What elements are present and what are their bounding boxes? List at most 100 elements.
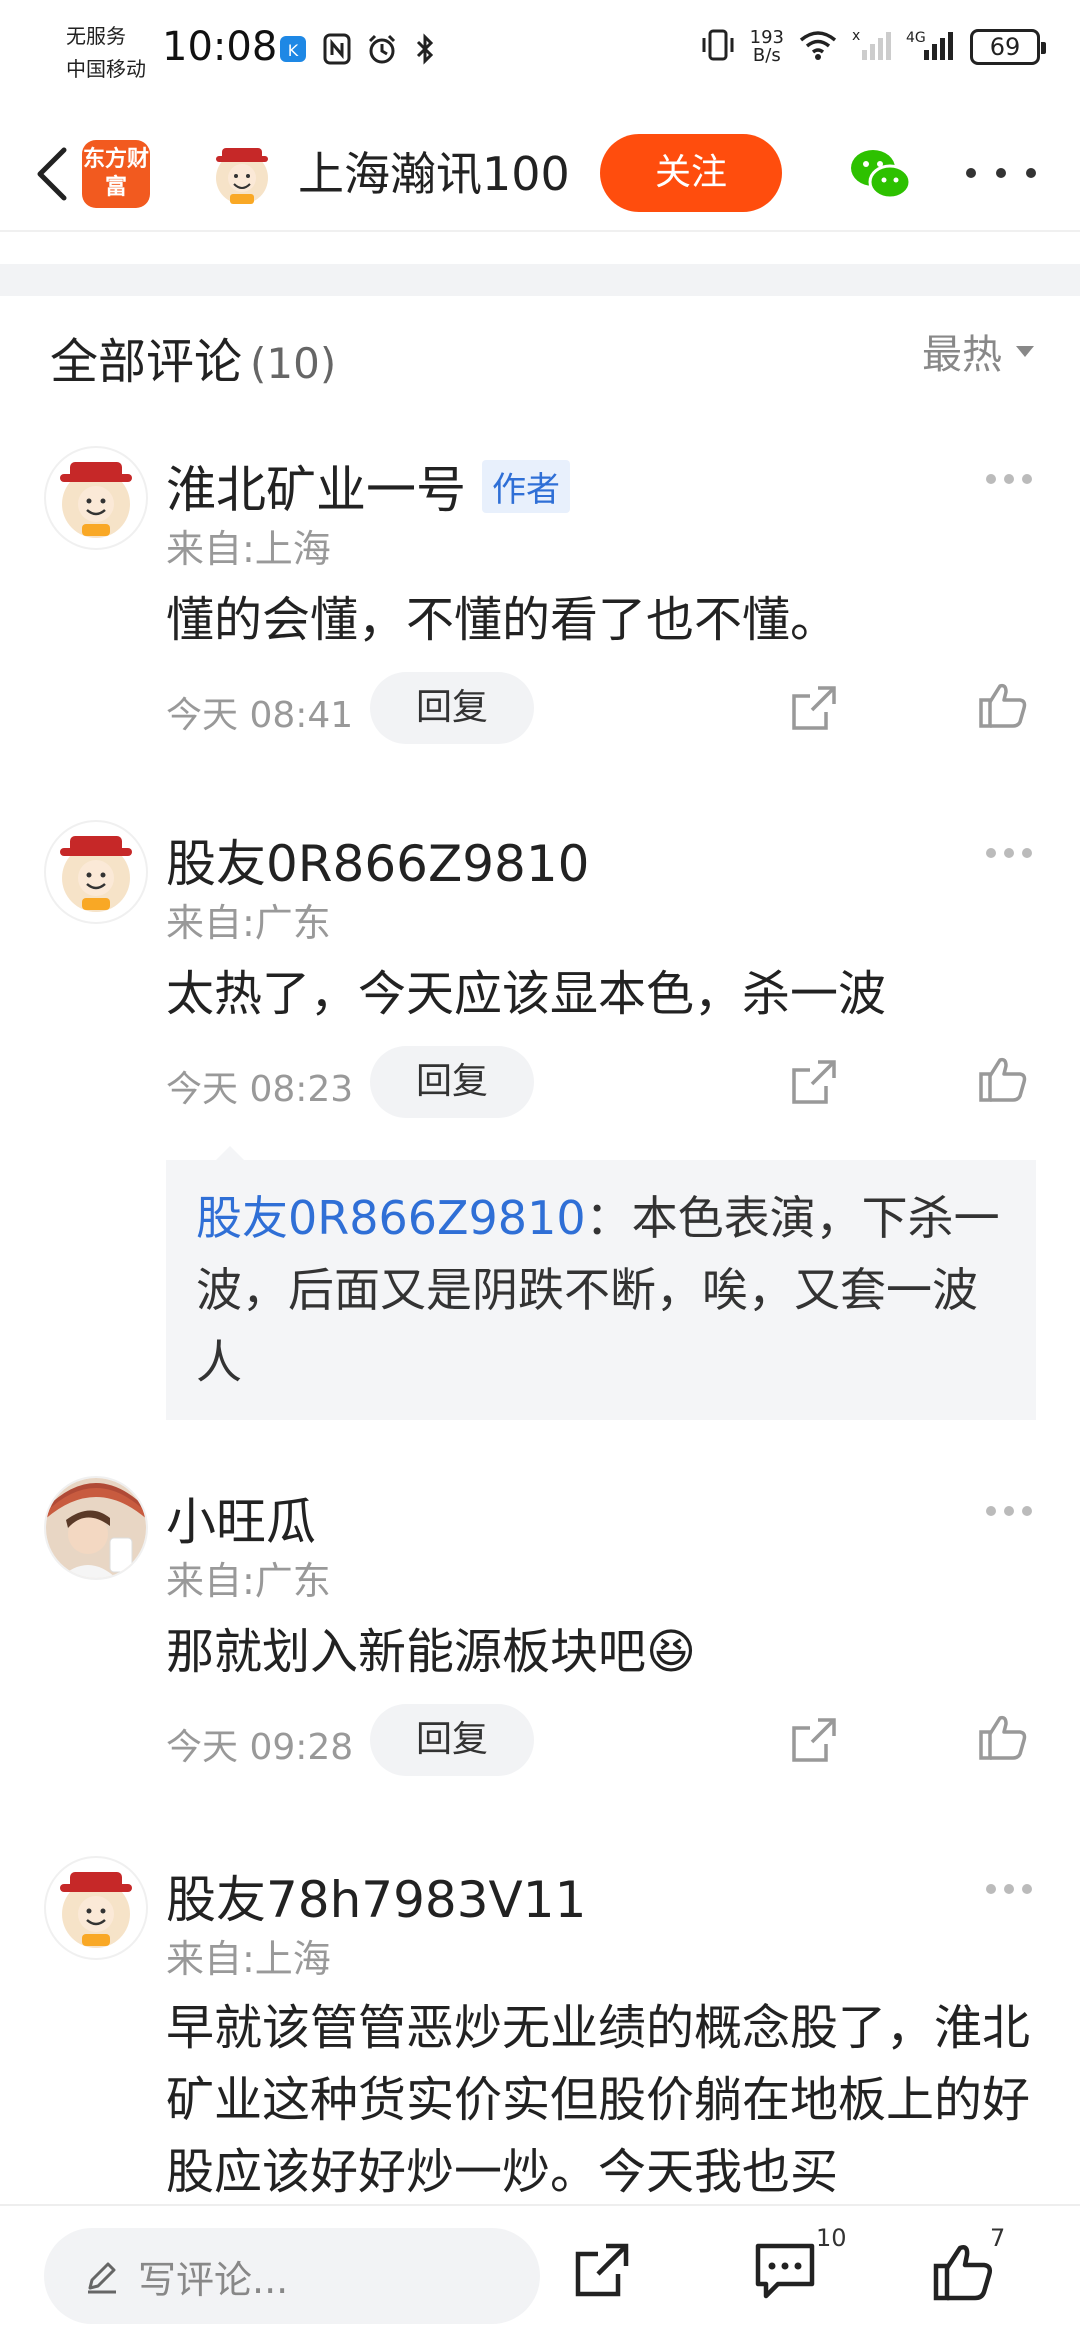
thumbs-up-icon	[933, 2245, 993, 2301]
net-speed-unit: B/s	[752, 45, 781, 66]
comment-header: 淮北矿业一号 作者	[166, 450, 570, 522]
sort-label: 最热	[922, 332, 1002, 378]
thumbs-up-icon[interactable]	[978, 680, 1028, 730]
dot-icon	[986, 848, 996, 858]
reply-button[interactable]: 回复	[370, 672, 534, 744]
comment-count: 10	[816, 2224, 847, 2252]
comment-input-placeholder: 写评论...	[138, 2257, 289, 2302]
user-avatar[interactable]	[44, 446, 148, 550]
author-badge: 作者	[482, 459, 570, 513]
user-avatar[interactable]	[44, 820, 148, 924]
comment-text[interactable]: 太热了，今天应该显本色，杀一波	[166, 958, 1040, 1030]
dot-icon	[986, 1884, 996, 1894]
dot-icon	[1004, 474, 1014, 484]
comment-bubble-icon	[755, 2243, 815, 2299]
dot-icon	[986, 1506, 996, 1516]
dot-icon	[986, 474, 996, 484]
wechat-icon	[851, 150, 912, 200]
alarm-icon	[366, 32, 396, 66]
follow-button[interactable]: 关注	[600, 134, 782, 212]
caishen-avatar-icon	[216, 148, 268, 204]
share-icon	[575, 2243, 629, 2297]
comment-more-button[interactable]	[986, 1506, 1032, 1518]
net-speed: 193 B/s	[750, 29, 784, 65]
dot-icon	[1022, 474, 1032, 484]
comment-location: 来自:广东	[166, 1559, 331, 1603]
stock-avatar	[210, 142, 274, 206]
comment-time: 今天 09:28	[166, 1727, 354, 1768]
comments-title-label: 全部评论	[50, 334, 243, 390]
caishen-avatar-icon	[60, 1872, 132, 1948]
stock-title[interactable]: 上海瀚讯100	[298, 142, 570, 206]
comment-input[interactable]: 写评论...	[44, 2228, 540, 2324]
comment-username[interactable]: 小旺瓜	[166, 1482, 316, 1554]
comment-header: 股友78h7983V11	[166, 1860, 586, 1932]
comment-time: 今天 08:23	[166, 1069, 354, 1110]
share-icon[interactable]	[790, 684, 838, 732]
comment-more-button[interactable]	[986, 1884, 1032, 1896]
status-left-icons: K	[278, 32, 440, 66]
comment-header: 股友0R866Z9810	[166, 824, 590, 896]
user-avatar[interactable]	[44, 1476, 148, 1580]
pencil-icon	[88, 2262, 116, 2294]
carrier-line1: 无服务	[66, 24, 126, 48]
share-icon[interactable]	[790, 1058, 838, 1106]
comment-more-button[interactable]	[986, 848, 1032, 860]
user-avatar[interactable]	[44, 1856, 148, 1960]
caishen-avatar-icon	[60, 836, 132, 912]
vibrate-icon	[700, 28, 736, 66]
dot-icon	[1022, 1506, 1032, 1516]
sort-dropdown[interactable]: 最热	[922, 322, 1034, 380]
dot-icon	[1022, 1884, 1032, 1894]
comment-location: 来自:广东	[166, 901, 331, 945]
dot-icon	[1004, 1884, 1014, 1894]
comment-location: 来自:上海	[166, 1937, 331, 1981]
comment-text[interactable]: 懂的会懂，不懂的看了也不懂。	[166, 584, 1040, 656]
reply-username[interactable]: 股友0R866Z9810	[196, 1191, 586, 1245]
status-clock: 10:08	[162, 24, 278, 70]
signal-empty-icon: x	[852, 28, 892, 66]
dot-icon	[1022, 848, 1032, 858]
bluetooth-icon	[410, 32, 440, 66]
comment-text[interactable]: 那就划入新能源板块吧😆	[166, 1616, 1040, 1688]
status-right-icons: 193 B/s x 4G 69	[700, 28, 1046, 66]
back-button[interactable]	[20, 142, 84, 206]
caishen-avatar-icon	[60, 462, 132, 538]
comment-username[interactable]: 淮北矿业一号	[166, 450, 466, 522]
like-count: 7	[990, 2224, 1006, 2252]
app-logo[interactable]: 东方财富	[82, 140, 150, 208]
comments-section-title: 全部评论 (10)	[50, 322, 336, 392]
dot-icon	[996, 168, 1006, 178]
share-button[interactable]	[572, 2240, 636, 2304]
svg-text:K: K	[288, 41, 299, 60]
back-arrow-icon	[37, 147, 67, 201]
comment-time: 今天 08:41	[166, 695, 354, 736]
comment-text[interactable]: 早就该管管恶炒无业绩的概念股了，淮北矿业这种货实价实但股价躺在地板上的好股应该好…	[166, 1992, 1040, 2208]
thumbs-up-icon[interactable]	[978, 1712, 1028, 1762]
more-options-button[interactable]	[966, 148, 1036, 198]
comments-button[interactable]	[754, 2240, 818, 2304]
nested-reply[interactable]: 股友0R866Z9810：本色表演，下杀一波，后面又是阴跌不断，唉，又套一波人	[166, 1146, 1036, 1420]
dot-icon	[966, 168, 976, 178]
dot-icon	[1004, 1506, 1014, 1516]
signal-4g-icon: 4G	[906, 28, 956, 66]
app-notification-icon: K	[278, 32, 308, 66]
carrier-line2: 中国移动	[66, 57, 146, 81]
comments-count: (10)	[250, 339, 337, 388]
like-button[interactable]	[932, 2240, 996, 2304]
caret-down-icon	[1016, 345, 1034, 357]
share-icon[interactable]	[790, 1716, 838, 1764]
reply-button[interactable]: 回复	[370, 1704, 534, 1776]
reply-button[interactable]: 回复	[370, 1046, 534, 1118]
user-photo-icon	[46, 1478, 146, 1578]
status-bar: 无服务 中国移动 10:08 K 193 B/s x 4G 69	[0, 0, 1080, 100]
comment-username[interactable]: 股友0R866Z9810	[166, 824, 590, 896]
thumbs-up-icon[interactable]	[978, 1054, 1028, 1104]
comment-username[interactable]: 股友78h7983V11	[166, 1860, 586, 1932]
wechat-share-button[interactable]	[848, 144, 912, 204]
post-header: 东方财富 上海瀚讯100 关注	[0, 120, 1080, 232]
comment-location: 来自:上海	[166, 527, 331, 571]
comment-more-button[interactable]	[986, 474, 1032, 486]
bottom-action-bar: 写评论... 10 7	[0, 2204, 1080, 2340]
section-divider	[0, 264, 1080, 296]
